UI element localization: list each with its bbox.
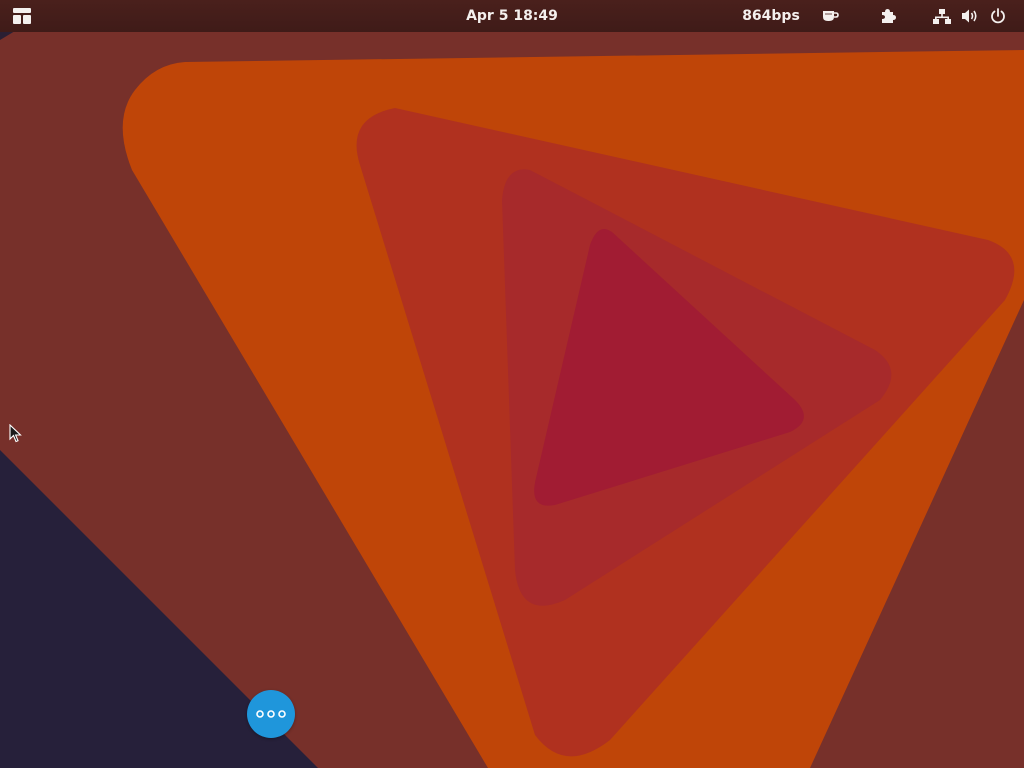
- network-speed[interactable]: 864bps: [738, 0, 804, 32]
- top-bar: Apr 5 18:49 864bps: [0, 0, 1024, 32]
- power-icon[interactable]: [988, 0, 1008, 32]
- desktop-wallpaper: [0, 0, 1024, 768]
- activities-grid-icon[interactable]: [8, 0, 36, 32]
- coffee-cup-icon[interactable]: [818, 0, 842, 32]
- floating-more-button[interactable]: [247, 690, 295, 738]
- wired-network-icon[interactable]: [932, 0, 952, 32]
- puzzle-piece-icon[interactable]: [876, 0, 900, 32]
- mouse-cursor-icon: [9, 424, 22, 443]
- speaker-volume-icon[interactable]: [960, 0, 980, 32]
- more-dots-icon: [256, 710, 286, 718]
- clock[interactable]: Apr 5 18:49: [452, 0, 572, 32]
